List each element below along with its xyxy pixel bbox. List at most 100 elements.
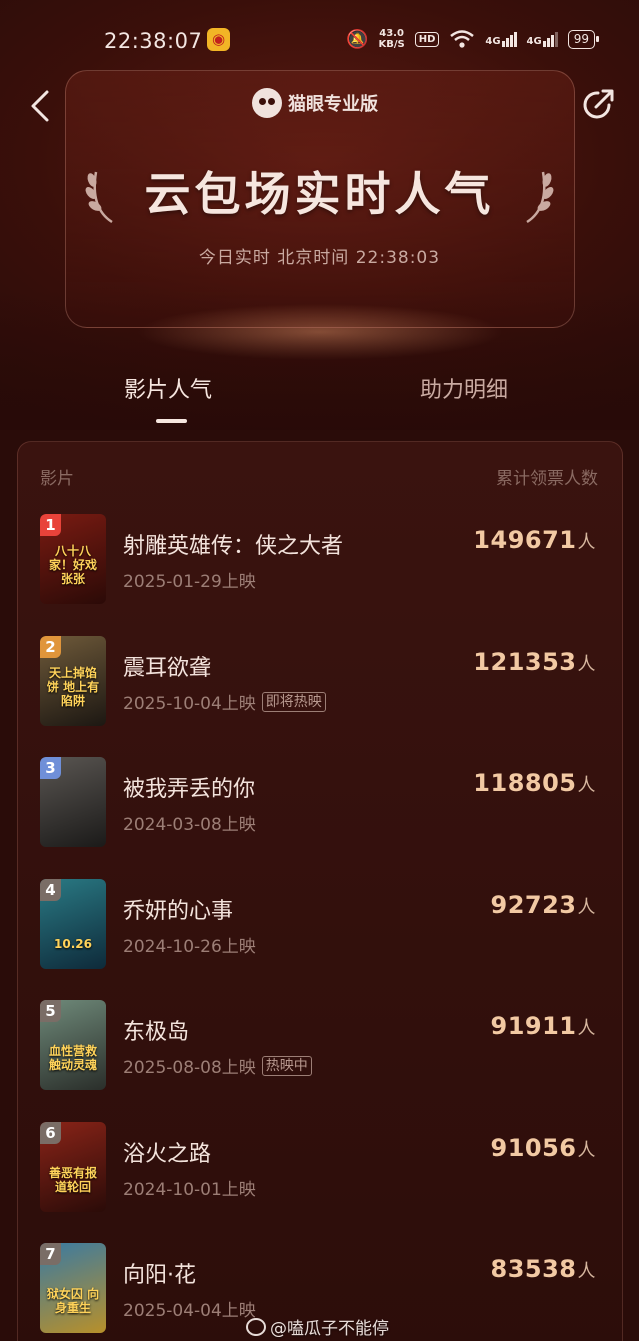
release-date: 2025-04-04上映 — [123, 1301, 256, 1321]
brand: 猫眼专业版 — [252, 88, 378, 118]
tab-support-details[interactable]: 助力明细 — [420, 372, 508, 404]
watermark: @嗑瓜子不能停 — [246, 1314, 389, 1339]
release-date: 2024-10-26上映 — [123, 937, 256, 957]
signal-2-label: 4G — [526, 35, 542, 47]
ticket-count: 121353人 — [473, 648, 596, 676]
film-poster: 3 — [40, 757, 106, 847]
release-info: 2024-03-08上映 — [123, 810, 256, 835]
release-date: 2025-10-04上映 — [123, 694, 256, 714]
ranking-row[interactable]: 4 10.26 乔妍的心事 2024-10-26上映 92723人 — [40, 879, 600, 971]
signal-1-label: 4G — [485, 35, 501, 47]
poster-text: 狱女囚 向身重生 — [46, 1287, 100, 1315]
weibo-notification-icon: ◉ — [207, 28, 230, 51]
ticket-count: 118805人 — [473, 769, 596, 797]
ticket-count-value: 92723 — [490, 891, 577, 919]
release-date: 2024-03-08上映 — [123, 815, 256, 835]
film-title: 浴火之路 — [123, 1142, 212, 1167]
ticket-count-value: 118805 — [473, 769, 577, 797]
wifi-icon — [450, 30, 475, 48]
film-title: 射雕英雄传：侠之大者 — [123, 534, 344, 559]
poster-text: 10.26 — [54, 937, 92, 951]
tab-bar: 影片人气 助力明细 — [0, 372, 639, 426]
ticket-count-unit: 人 — [577, 532, 596, 553]
net-speed-value: 43.0 — [379, 28, 404, 39]
column-header-ticket-count: 累计领票人数 — [496, 469, 598, 489]
realtime-subtitle: 今日实时 北京时间 22:38:03 — [198, 248, 441, 268]
ticket-count-value: 91056 — [490, 1134, 577, 1162]
status-icons: 🔕 43.0 KB/S HD 4G 4G 99 — [346, 28, 600, 50]
film-poster: 2 天上掉馅饼 地上有陷阱 — [40, 636, 106, 726]
back-arrow-icon[interactable] — [26, 88, 56, 124]
ticket-count: 92723人 — [491, 891, 597, 919]
ranking-row[interactable]: 3 被我弄丢的你 2024-03-08上映 118805人 — [40, 757, 600, 849]
ticket-count-value: 91911 — [490, 1012, 577, 1040]
battery-indicator: 99 — [567, 29, 600, 49]
film-title: 震耳欲聋 — [123, 656, 212, 681]
net-speed: 43.0 KB/S — [378, 28, 404, 50]
weibo-watermark-icon — [246, 1317, 266, 1336]
ranking-row[interactable]: 6 善恶有报 道轮回 浴火之路 2024-10-01上映 91056人 — [40, 1122, 600, 1214]
release-info: 2025-08-08上映 热映中 — [123, 1053, 312, 1078]
release-date: 2025-01-29上映 — [123, 572, 256, 592]
poster-text: 八十八家！好戏张张 — [48, 544, 97, 586]
ticket-count-unit: 人 — [577, 654, 596, 675]
rank-badge: 6 — [40, 1122, 61, 1144]
film-poster: 5 血性营救 触动灵魂 — [40, 1000, 106, 1090]
signal-icon-2: 4G — [526, 31, 558, 47]
rank-badge: 2 — [40, 636, 61, 658]
rank-badge: 4 — [40, 879, 61, 901]
hd-icon: HD — [414, 31, 440, 47]
ticket-count: 149671人 — [473, 526, 596, 554]
maoyan-logo-icon — [252, 88, 282, 118]
ticket-count-value: 83538 — [490, 1255, 577, 1283]
release-info: 2025-10-04上映 即将热映 — [123, 689, 326, 714]
ranking-row[interactable]: 5 血性营救 触动灵魂 东极岛 2025-08-08上映 热映中 91911人 — [40, 1000, 600, 1092]
ticket-count-value: 149671 — [473, 526, 577, 554]
ticket-count-unit: 人 — [577, 1018, 596, 1039]
release-info: 2024-10-01上映 — [123, 1175, 256, 1200]
ticket-count-unit: 人 — [577, 1261, 596, 1282]
film-title: 乔妍的心事 — [123, 899, 234, 924]
rank-badge: 5 — [40, 1000, 61, 1022]
release-info: 2025-04-04上映 — [123, 1296, 256, 1321]
release-info: 2025-01-29上映 — [123, 567, 256, 592]
share-icon[interactable] — [579, 86, 617, 124]
film-title: 被我弄丢的你 — [123, 777, 256, 802]
brand-name: 猫眼专业版 — [288, 94, 378, 115]
film-poster: 4 10.26 — [40, 879, 106, 969]
ticket-count: 91056人 — [491, 1134, 597, 1162]
release-info: 2024-10-26上映 — [123, 932, 256, 957]
ranking-row[interactable]: 2 天上掉馅饼 地上有陷阱 震耳欲聋 2025-10-04上映 即将热映 121353人 — [40, 636, 600, 728]
tab-film-popularity[interactable]: 影片人气 — [124, 372, 212, 404]
film-title: 向阳·花 — [123, 1263, 196, 1288]
status-bar: 22:38:07 ◉ 🔕 43.0 KB/S HD 4G 4G 99 — [0, 0, 639, 64]
release-date: 2025-08-08上映 — [123, 1058, 256, 1078]
ticket-count-unit: 人 — [577, 897, 596, 918]
rank-badge: 3 — [40, 757, 61, 779]
status-time: 22:38:07 — [104, 29, 203, 53]
film-poster: 6 善恶有报 道轮回 — [40, 1122, 106, 1212]
ticket-count: 91911人 — [491, 1012, 597, 1040]
ranking-row[interactable]: 1 八十八家！好戏张张 射雕英雄传：侠之大者 2025-01-29上映 149671人 — [40, 514, 600, 606]
poster-text: 血性营救 触动灵魂 — [48, 1044, 97, 1072]
ticket-count-unit: 人 — [577, 1140, 596, 1161]
mute-icon: 🔕 — [346, 28, 369, 50]
active-tab-indicator — [156, 419, 187, 423]
net-speed-unit: KB/S — [378, 39, 405, 50]
status-badge: 即将热映 — [261, 691, 326, 712]
status-badge: 热映中 — [261, 1055, 312, 1076]
film-poster: 7 狱女囚 向身重生 — [40, 1243, 106, 1333]
poster-text: 善恶有报 道轮回 — [48, 1166, 97, 1194]
ticket-count-value: 121353 — [473, 648, 577, 676]
watermark-text: @嗑瓜子不能停 — [270, 1319, 389, 1339]
rank-badge: 7 — [40, 1243, 61, 1265]
laurel-right-icon — [526, 171, 554, 224]
film-poster: 1 八十八家！好戏张张 — [40, 514, 106, 604]
signal-icon-1: 4G — [485, 31, 517, 47]
column-header-film: 影片 — [40, 469, 74, 489]
poster-text: 天上掉馅饼 地上有陷阱 — [46, 666, 100, 708]
film-title: 东极岛 — [123, 1020, 190, 1045]
ticket-count: 83538人 — [491, 1255, 597, 1283]
rank-badge: 1 — [40, 514, 61, 536]
release-date: 2024-10-01上映 — [123, 1180, 256, 1200]
